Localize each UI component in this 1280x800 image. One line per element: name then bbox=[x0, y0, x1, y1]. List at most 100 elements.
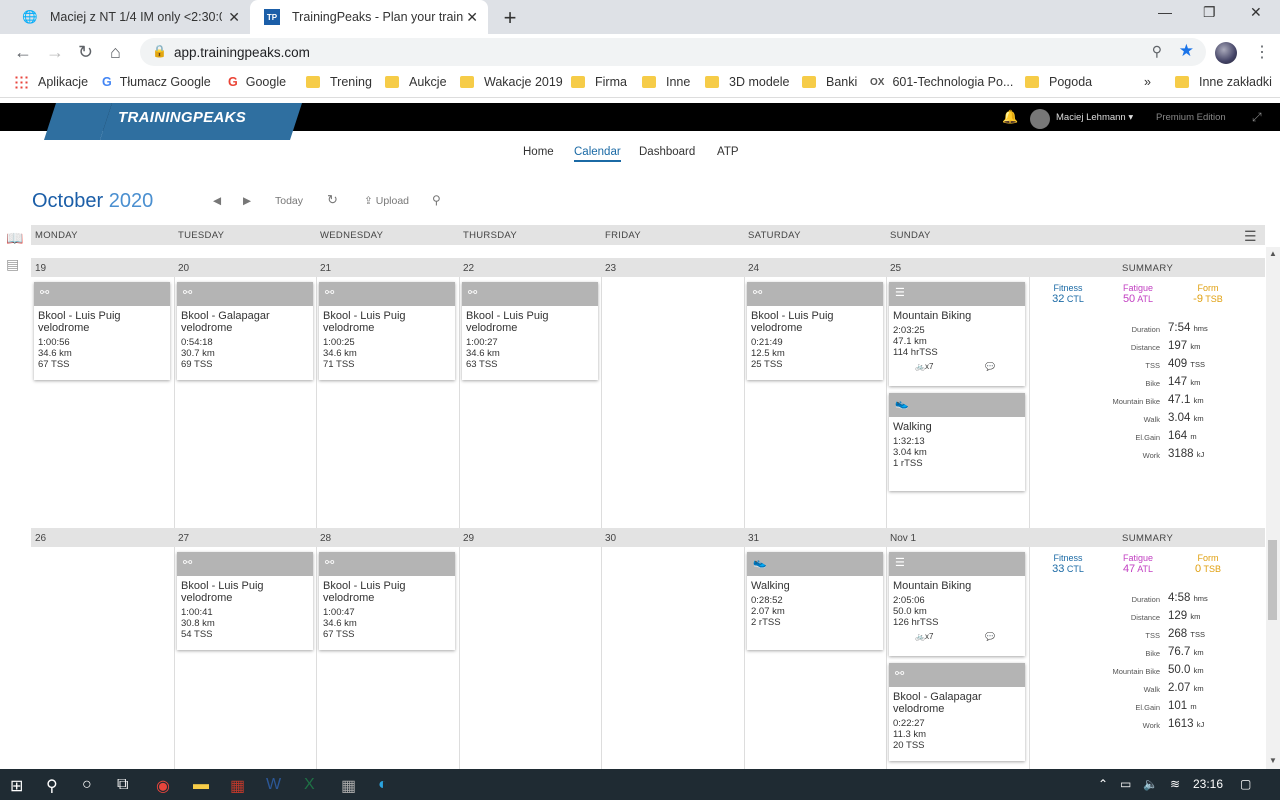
bookmark-folder-wakacje[interactable]: Wakacje 2019 bbox=[460, 75, 563, 89]
workout-card[interactable]: 👟 Walking 0:28:52 2.07 km 2 rTSS bbox=[747, 552, 883, 650]
edge-icon[interactable]: ◐ bbox=[378, 776, 388, 794]
excel-icon[interactable]: X bbox=[304, 776, 315, 794]
fullscreen-icon[interactable]: ⤢ bbox=[1252, 110, 1262, 125]
prev-month-icon[interactable]: ◀ bbox=[213, 195, 221, 207]
task-view-icon[interactable]: ⧉ bbox=[117, 776, 128, 794]
bell-icon[interactable]: 🔔 bbox=[1002, 109, 1018, 125]
close-window-icon[interactable]: ✕ bbox=[1250, 4, 1262, 21]
bookmark-folder-trening[interactable]: Trening bbox=[306, 75, 372, 89]
nav-atp[interactable]: ATP bbox=[717, 146, 739, 158]
upload-button[interactable]: ⇪ Upload bbox=[364, 195, 409, 207]
close-tab-icon[interactable]: ✕ bbox=[466, 9, 478, 26]
day-number[interactable]: 30 bbox=[605, 533, 616, 544]
workout-card[interactable]: 👟 Walking 1:32:13 3.04 km 1 rTSS bbox=[889, 393, 1025, 491]
day-number[interactable]: 25 bbox=[890, 263, 901, 274]
workout-card[interactable]: ⚯ Bkool - Galapagar velodrome 0:54:18 30.7 … bbox=[177, 282, 313, 380]
workout-card[interactable]: ☰ Mountain Biking 2:03:25 47.1 km 114 hrTSS 🚲… bbox=[889, 282, 1025, 386]
comment-icon[interactable]: 💬 bbox=[985, 362, 995, 371]
browser-tab-1[interactable]: 🌐 Maciej z NT 1/4 IM only <2:30:00 ✕ bbox=[8, 0, 250, 34]
home-icon[interactable]: ⌂ bbox=[110, 42, 121, 63]
bookmark-folder-firma[interactable]: Firma bbox=[571, 75, 627, 89]
scroll-down-icon[interactable]: ▼ bbox=[1269, 756, 1277, 765]
menu-kebab-icon[interactable]: ⋮ bbox=[1254, 42, 1270, 62]
clock-time[interactable]: 23:16 bbox=[1193, 777, 1223, 791]
workout-card[interactable]: ☰ Mountain Biking 2:05:06 50.0 km 126 hrTSS 🚲… bbox=[889, 552, 1025, 656]
tray-overflow-icon[interactable]: ⌃ bbox=[1098, 777, 1108, 791]
browser-tab-2[interactable]: TP TrainingPeaks - Plan your training ✕ bbox=[250, 0, 488, 34]
today-button[interactable]: Today bbox=[275, 195, 303, 207]
chrome-icon[interactable]: ◉ bbox=[156, 776, 170, 796]
day-number[interactable]: 26 bbox=[35, 533, 46, 544]
day-number[interactable]: 19 bbox=[35, 263, 46, 274]
day-number[interactable]: 21 bbox=[320, 263, 331, 274]
zoom-icon[interactable]: ⚲ bbox=[1152, 43, 1162, 60]
wifi-icon[interactable]: ≋ bbox=[1170, 777, 1180, 791]
bookmark-folder-pogoda[interactable]: Pogoda bbox=[1025, 75, 1092, 89]
user-menu[interactable]: Maciej Lehmann ▾ bbox=[1056, 112, 1133, 123]
refresh-icon[interactable]: ↻ bbox=[327, 192, 338, 208]
file-explorer-icon[interactable]: ▬ bbox=[193, 776, 209, 794]
scrollbar[interactable] bbox=[1266, 247, 1280, 769]
notification-icon[interactable]: ▢ bbox=[1240, 777, 1251, 791]
day-number[interactable]: 31 bbox=[748, 533, 759, 544]
workout-card[interactable]: ⚯ Bkool - Galapagar velodrome 0:22:27 11.3 … bbox=[889, 663, 1025, 761]
fitness-metric[interactable]: Fitness 32 CTL bbox=[1049, 283, 1087, 305]
reload-icon[interactable]: ↻ bbox=[78, 42, 93, 63]
profile-avatar[interactable] bbox=[1215, 42, 1237, 64]
word-icon[interactable]: W bbox=[266, 776, 281, 794]
nav-calendar[interactable]: Calendar bbox=[574, 146, 621, 162]
restore-icon[interactable]: ❐ bbox=[1203, 4, 1216, 21]
day-number[interactable]: 29 bbox=[463, 533, 474, 544]
notes-icon[interactable]: ▤ bbox=[6, 256, 19, 273]
bookmark-translate[interactable]: G Tłumacz Google bbox=[102, 75, 211, 89]
day-number[interactable]: 22 bbox=[463, 263, 474, 274]
day-number[interactable]: 27 bbox=[178, 533, 189, 544]
volume-icon[interactable]: 🔈 bbox=[1143, 777, 1158, 791]
workout-card[interactable]: ⚯ Bkool - Luis Puig velodrome 1:00:41 30.8 … bbox=[177, 552, 313, 650]
new-tab-button[interactable]: + bbox=[498, 5, 522, 31]
day-number[interactable]: Nov 1 bbox=[890, 533, 916, 544]
scroll-up-icon[interactable]: ▲ bbox=[1269, 249, 1277, 258]
nav-home[interactable]: Home bbox=[523, 146, 554, 158]
fatigue-metric[interactable]: Fatigue 47 ATL bbox=[1119, 553, 1157, 575]
bookmark-folder-other[interactable]: Inne zakładki bbox=[1175, 75, 1272, 89]
search-icon[interactable]: ⚲ bbox=[432, 193, 441, 207]
workout-card[interactable]: ⚯ Bkool - Luis Puig velodrome 1:00:27 34.6 … bbox=[462, 282, 598, 380]
bookmarks-overflow-icon[interactable]: » bbox=[1144, 75, 1151, 89]
url-input[interactable]: 🔒 app.trainingpeaks.com ⚲ ★ bbox=[140, 38, 1206, 66]
calculator-icon[interactable]: ▦ bbox=[341, 776, 356, 796]
bookmark-google[interactable]: G Google bbox=[228, 75, 286, 89]
workout-card[interactable]: ⚯ Bkool - Luis Puig velodrome 0:21:49 12.5 … bbox=[747, 282, 883, 380]
day-number[interactable]: 20 bbox=[178, 263, 189, 274]
settings-menu-icon[interactable]: ☰ bbox=[1244, 228, 1257, 245]
workout-card[interactable]: ⚯ Bkool - Luis Puig velodrome 1:00:25 34.6 … bbox=[319, 282, 455, 380]
user-avatar[interactable] bbox=[1030, 109, 1050, 129]
back-icon[interactable]: ← bbox=[14, 42, 32, 63]
next-month-icon[interactable]: ▶ bbox=[243, 195, 251, 207]
day-number[interactable]: 24 bbox=[748, 263, 759, 274]
app-icon[interactable]: ▦ bbox=[230, 776, 245, 796]
fitness-metric[interactable]: Fitness 33 CTL bbox=[1049, 553, 1087, 575]
close-tab-icon[interactable]: ✕ bbox=[228, 9, 240, 26]
battery-icon[interactable]: ▭ bbox=[1120, 777, 1131, 791]
form-metric[interactable]: Form -9 TSB bbox=[1189, 283, 1227, 305]
bookmark-folder-banki[interactable]: Banki bbox=[802, 75, 857, 89]
forward-icon[interactable]: → bbox=[46, 42, 64, 63]
library-icon[interactable]: 📖 bbox=[6, 230, 23, 247]
bookmark-technologia[interactable]: OX 601-Technologia Po... bbox=[870, 75, 1013, 89]
fatigue-metric[interactable]: Fatigue 50 ATL bbox=[1119, 283, 1157, 305]
bookmark-folder-inne[interactable]: Inne bbox=[642, 75, 690, 89]
day-number[interactable]: 28 bbox=[320, 533, 331, 544]
bookmark-folder-aukcje[interactable]: Aukcje bbox=[385, 75, 447, 89]
form-metric[interactable]: Form 0 TSB bbox=[1189, 553, 1227, 575]
scrollbar-thumb[interactable] bbox=[1268, 540, 1277, 620]
cortana-icon[interactable]: ○ bbox=[82, 776, 92, 794]
search-icon[interactable]: ⚲ bbox=[46, 776, 58, 796]
bookmark-star-icon[interactable]: ★ bbox=[1179, 41, 1194, 61]
minimize-icon[interactable]: — bbox=[1158, 4, 1172, 20]
workout-card[interactable]: ⚯ Bkool - Luis Puig velodrome 1:00:47 34.6 … bbox=[319, 552, 455, 650]
nav-dashboard[interactable]: Dashboard bbox=[639, 146, 695, 158]
day-number[interactable]: 23 bbox=[605, 263, 616, 274]
comment-icon[interactable]: 💬 bbox=[985, 632, 995, 641]
bookmark-apps[interactable]: Aplikacje bbox=[14, 75, 88, 89]
